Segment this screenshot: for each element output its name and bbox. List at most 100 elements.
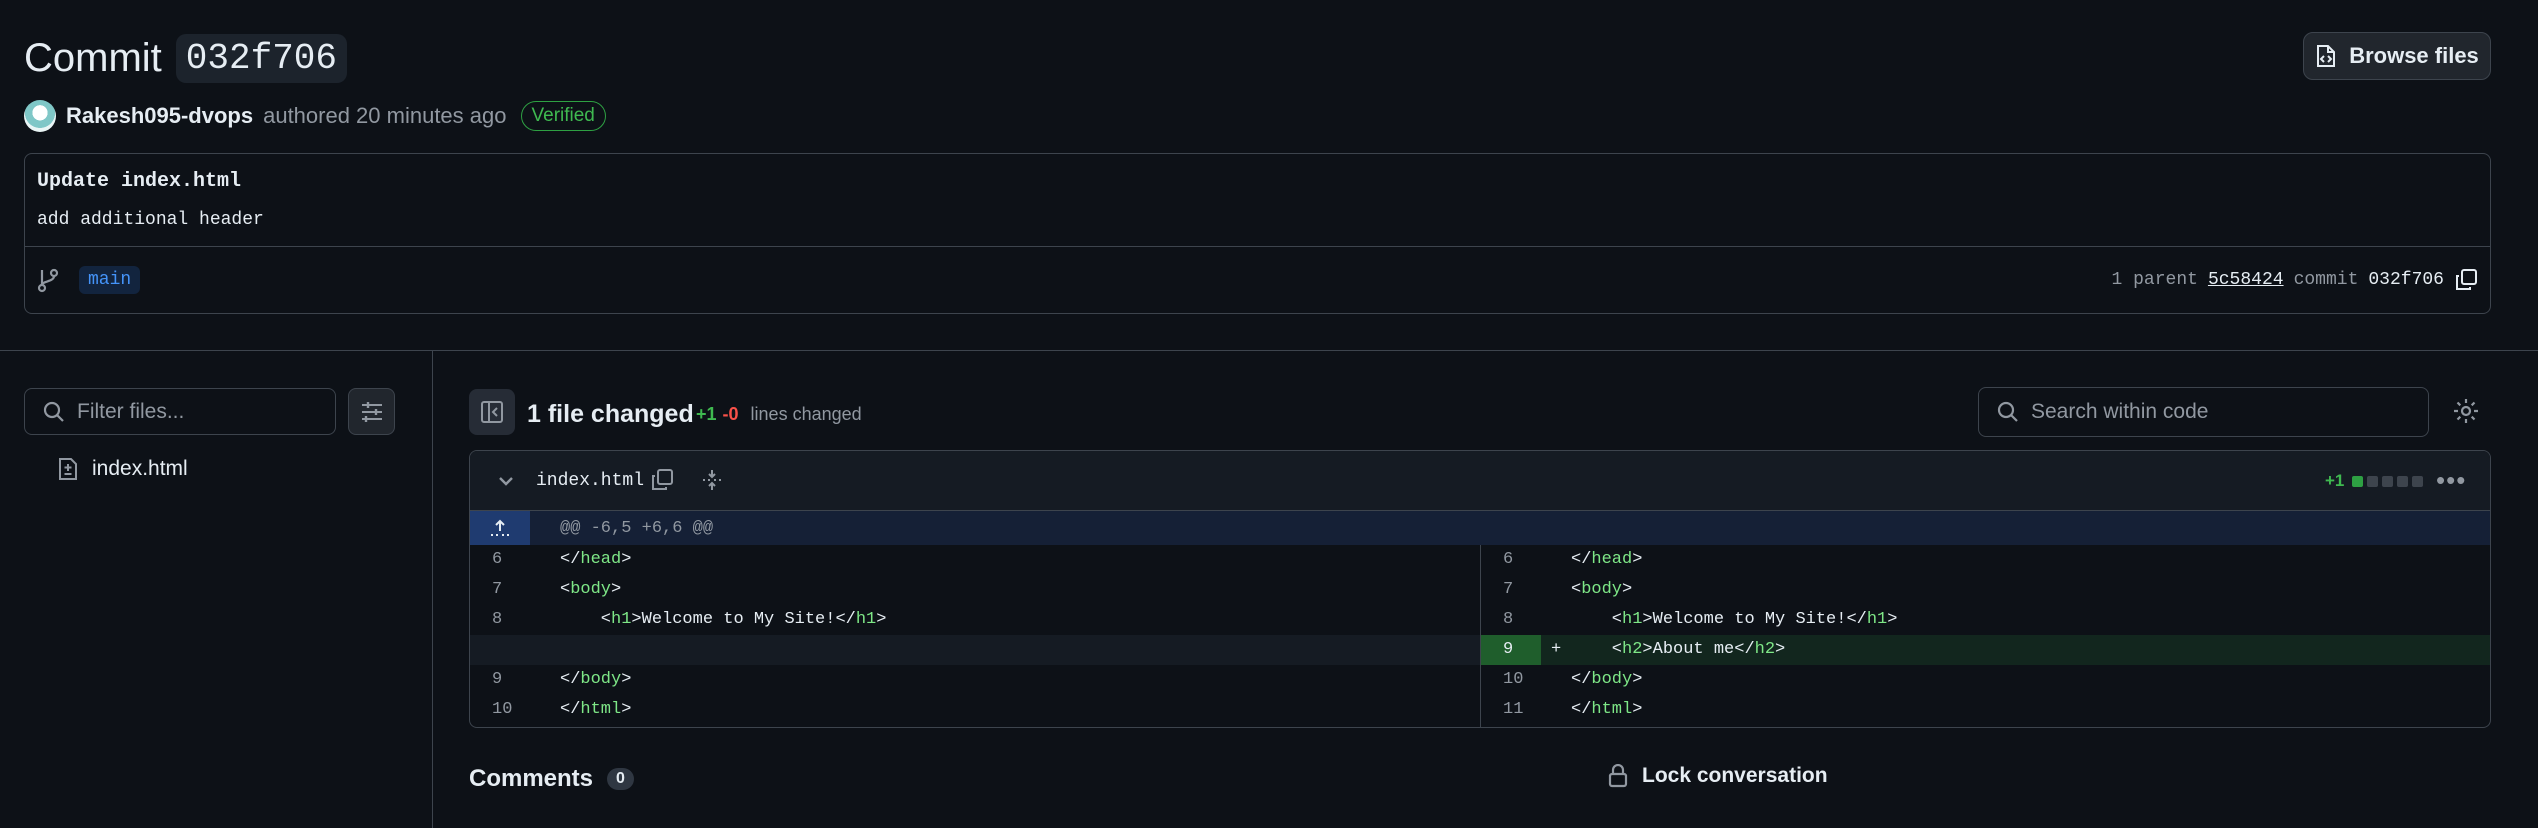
line-number[interactable] [470, 635, 530, 665]
files-changed-count: 1 file changed [527, 400, 694, 428]
code-tag: h1 [611, 610, 632, 629]
expand-up-icon [491, 519, 509, 536]
code-text: </html> [560, 700, 632, 719]
parent-info: 1 parent 5c58424 commit 032f706 [2112, 268, 2478, 292]
deletions-count: -0 [722, 404, 739, 424]
search-within-code-input[interactable] [2031, 400, 2411, 424]
code-tag: body [580, 670, 622, 689]
divider [25, 246, 2490, 247]
file-tree-label: index.html [92, 457, 188, 480]
lines-changed-stat: +1 -0 lines changed [696, 404, 862, 425]
author-name-link[interactable]: Rakesh095-dvops [66, 103, 253, 129]
diff-left-column: 6 </head> 7 <body> 8 <h1>Welcome to My Site!… [470, 545, 1480, 727]
hunk-header: @@ -6,5 +6,6 @@ [470, 511, 2490, 545]
toggle-file-tree-button[interactable] [469, 389, 515, 435]
code-text: <h1>Welcome to My Site!</h1> [1571, 610, 1898, 629]
code-tag: h1 [1622, 610, 1643, 629]
filter-files-field[interactable] [24, 388, 336, 435]
code-tag: body [1591, 670, 1633, 689]
section-divider [0, 350, 2538, 351]
search-within-code-field[interactable] [1978, 387, 2429, 437]
code-text: </body> [560, 670, 632, 689]
diffstat-block [2352, 475, 2364, 487]
file-code-icon [2317, 45, 2336, 67]
code-tag: head [1591, 550, 1633, 569]
file-tree-item[interactable]: index.html [58, 457, 188, 481]
author-row: Rakesh095-dvops authored 20 minutes ago … [24, 100, 606, 132]
diff-line: 10 </html> [470, 695, 1480, 725]
code-text: <body> [1571, 580, 1633, 599]
diff-line: 9 </body> [470, 665, 1480, 695]
more-options-icon[interactable]: ••• [2436, 465, 2466, 496]
copy-path-icon[interactable] [650, 468, 674, 492]
commit-sha-title: 032f706 [175, 34, 348, 83]
diff-line: 11 </html> [1481, 695, 2490, 725]
line-number[interactable]: 8 [470, 605, 530, 635]
code-tag: html [1591, 700, 1633, 719]
code-tag: h2 [1754, 640, 1776, 659]
commit-title-prefix: Commit [24, 36, 162, 80]
file-diff-icon [59, 458, 77, 480]
diff-stat: +1 [2325, 471, 2424, 491]
commit-message-body: add additional header [37, 210, 264, 230]
lock-conversation-button[interactable]: Lock conversation [1608, 764, 1828, 788]
line-number[interactable]: 6 [470, 545, 530, 575]
line-number[interactable]: 7 [1481, 575, 1541, 605]
code-tag: html [580, 700, 622, 719]
diff-line: 10 </body> [1481, 665, 2490, 695]
line-number[interactable]: 9 [470, 665, 530, 695]
diff-line: 7 <body> [1481, 575, 2490, 605]
diff-file-header: index.html +1 ••• [470, 451, 2490, 511]
code-text: <body> [560, 580, 622, 599]
search-icon [43, 401, 64, 422]
chevron-down-icon[interactable] [496, 471, 516, 491]
code-tag: h2 [1622, 640, 1643, 659]
diff-line [470, 635, 1480, 665]
diff-line: 6 </head> [1481, 545, 2490, 575]
diff-sign: + [1551, 640, 1562, 659]
avatar[interactable] [24, 100, 56, 132]
hunk-header-text: @@ -6,5 +6,6 @@ [560, 519, 714, 538]
diff-right-column: 6 </head> 7 <body> 8 <h1>Welcome to My Site!… [1480, 545, 2490, 727]
expand-all-icon[interactable] [700, 468, 724, 492]
diffstat-block [2397, 475, 2409, 487]
commit-label: commit [2293, 270, 2359, 290]
sliders-icon [361, 401, 382, 422]
commit-message-box: Update index.html add additional header … [24, 153, 2491, 314]
verified-badge[interactable]: Verified [520, 101, 606, 131]
line-number[interactable]: 9 [1481, 635, 1541, 665]
line-number[interactable]: 7 [470, 575, 530, 605]
comments-count-badge: 0 [607, 768, 634, 790]
gear-icon[interactable] [2452, 397, 2480, 425]
diff-line: 7 <body> [470, 575, 1480, 605]
code-text: <h1>Welcome to My Site!</h1> [560, 610, 887, 629]
diff-line: 8 <h1>Welcome to My Site!</h1> [1481, 605, 2490, 635]
lock-conversation-label: Lock conversation [1642, 764, 1828, 787]
line-number[interactable]: 11 [1481, 695, 1541, 725]
filter-options-button[interactable] [348, 388, 395, 435]
diff-line: 8 <h1>Welcome to My Site!</h1> [470, 605, 1480, 635]
copy-icon[interactable] [2454, 268, 2478, 292]
commit-sha: 032f706 [2368, 270, 2444, 290]
line-number[interactable]: 10 [1481, 665, 1541, 695]
page-title: Commit 032f706 [24, 34, 348, 83]
diff-file-name[interactable]: index.html [536, 471, 644, 491]
diffstat-block [2367, 475, 2379, 487]
line-number[interactable]: 8 [1481, 605, 1541, 635]
lines-changed-label: lines changed [750, 404, 862, 424]
authored-time: authored 20 minutes ago [263, 103, 507, 128]
code-text: </body> [1571, 670, 1643, 689]
git-branch-icon [37, 268, 59, 293]
code-text: </head> [560, 550, 632, 569]
expand-up-button[interactable] [470, 511, 530, 545]
diff-line: 9 + <h2>About me</h2> [1481, 635, 2490, 665]
line-number[interactable]: 6 [1481, 545, 1541, 575]
branch-label[interactable]: main [79, 266, 141, 294]
code-text: <h2>About me</h2> [1571, 640, 1786, 659]
line-number[interactable]: 10 [470, 695, 530, 725]
filter-files-input[interactable] [77, 399, 317, 424]
search-icon [1997, 401, 2018, 422]
browse-files-button[interactable]: Browse files [2303, 32, 2491, 80]
parent-sha-link[interactable]: 5c58424 [2208, 270, 2284, 290]
diff-line: 6 </head> [470, 545, 1480, 575]
